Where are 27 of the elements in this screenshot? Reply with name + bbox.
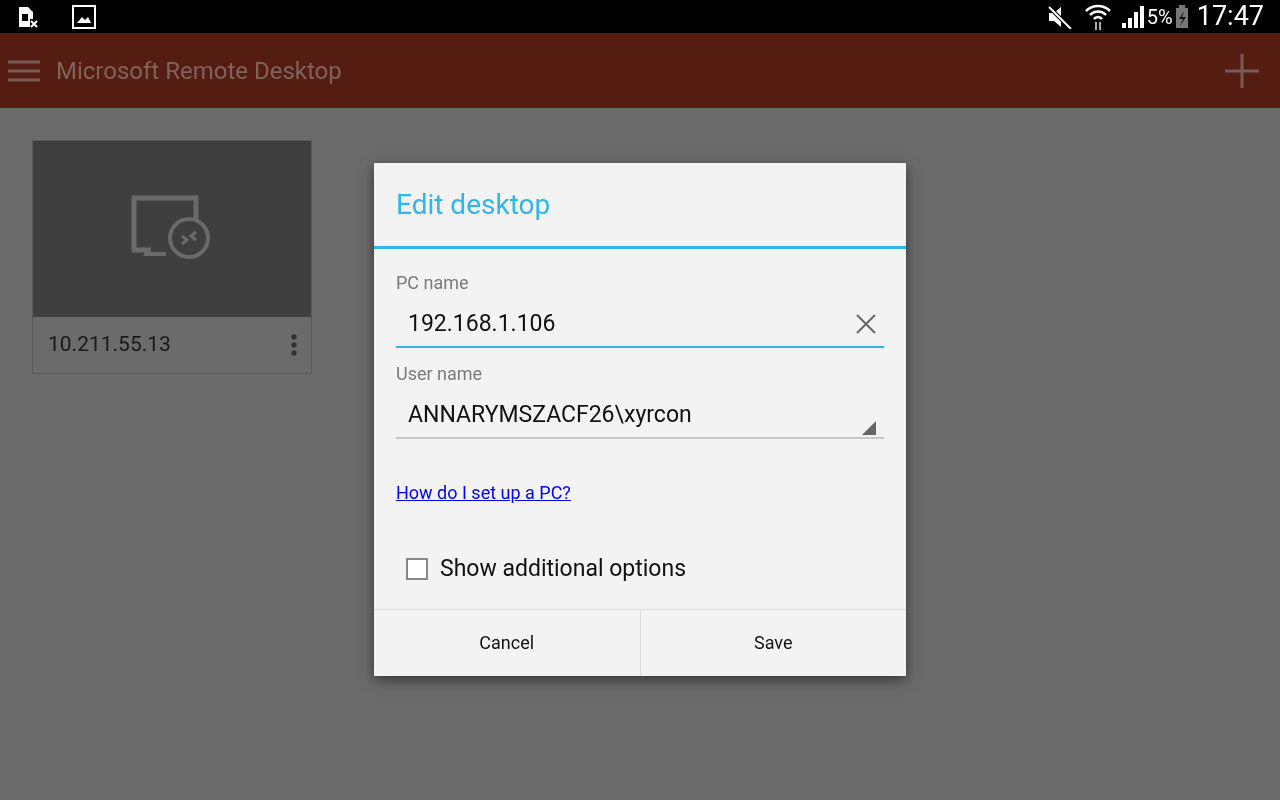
sim-card-icon: [16, 4, 40, 29]
signal-icon: [1120, 5, 1145, 28]
user-name-dropdown[interactable]: ANNARYMSZACF26\xyrcon: [396, 393, 884, 439]
app-title: Microsoft Remote Desktop: [56, 55, 342, 87]
pc-name-field[interactable]: 192.168.1.106: [396, 302, 884, 348]
help-link[interactable]: How do I set up a PC?: [396, 479, 571, 506]
wifi-icon: [1084, 2, 1111, 31]
dropdown-corner-icon: [862, 421, 876, 435]
desktop-name: 10.211.55.13: [48, 331, 172, 359]
checkbox-label: Show additional options: [440, 554, 687, 584]
clear-icon[interactable]: [856, 314, 876, 334]
image-icon: [72, 4, 96, 29]
checkbox[interactable]: [406, 558, 428, 581]
menu-icon: [8, 59, 40, 82]
field-label: User name: [396, 362, 484, 386]
field-label: PC name: [396, 271, 470, 295]
dialog-button[interactable]: Cancel: [374, 609, 640, 676]
field-value: 192.168.1.106: [408, 308, 557, 339]
clock: 17:47: [1196, 0, 1264, 35]
battery-percent: 5%: [1146, 3, 1173, 31]
dialog-title: Edit desktop: [396, 186, 551, 223]
add-icon: [1225, 53, 1259, 88]
field-value: ANNARYMSZACF26\xyrcon: [408, 399, 693, 430]
more-options-icon[interactable]: [291, 334, 297, 356]
dialog-button[interactable]: Save: [639, 609, 906, 676]
mute-icon: [1046, 4, 1073, 29]
battery-charging-icon: [1174, 4, 1189, 29]
